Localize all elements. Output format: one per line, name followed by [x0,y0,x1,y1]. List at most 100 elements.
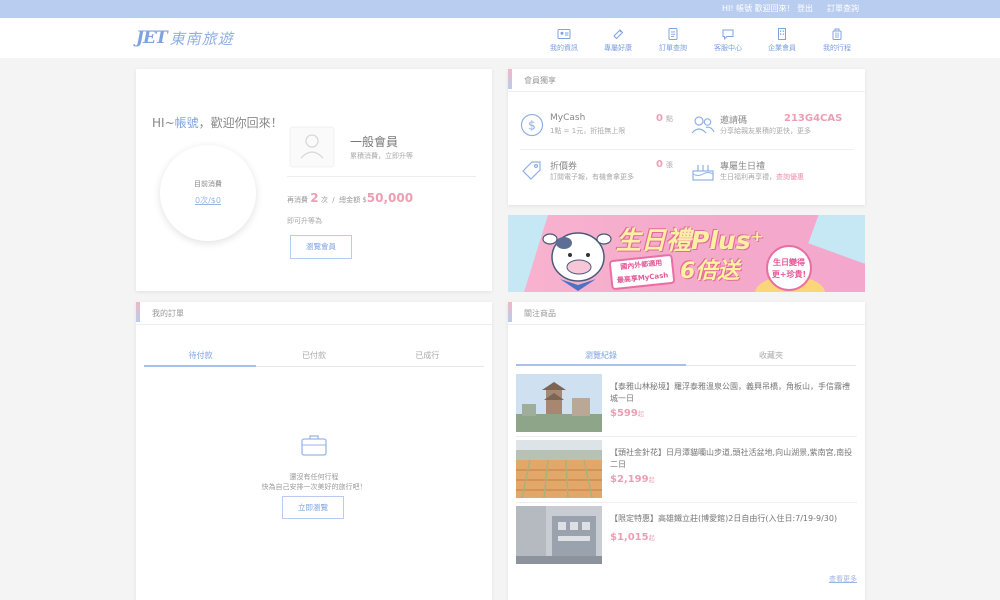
browse-member-button[interactable]: 瀏覽會員 [290,235,352,259]
tab-pending-payment[interactable]: 待付款 [144,348,257,364]
stat-amount: 50,000 [366,191,414,205]
product-item[interactable]: 【泰雅山林秘境】羅浮泰雅溫泉公園，義興吊橋，角板山，手信霧禮城一日 $599起 [516,374,856,432]
mycash-benefit[interactable]: $ MyCash 1點 = 1元，折抵無上限 0點 [520,113,680,141]
briefcase-icon [301,435,327,456]
birthday-offer-link[interactable]: 查詢優惠 [776,173,804,181]
spending-label: 目前消費 [194,180,222,188]
nav-exclusive-deals[interactable]: 專屬好康 [596,27,640,53]
stat-prefix: 再消費 [287,196,308,204]
banner-multiplier: 6倍送 [680,259,740,284]
upgrade-hint: 即可升等為 [287,217,322,225]
building-icon [778,28,786,40]
nav-my-trips[interactable]: 我的行程 [815,27,859,53]
product-price: $1,015起 [610,532,655,543]
site-header: JET 東南旅遊 我的資訊 專屬好康 訂單查詢 客服中心 企業會員 我的行程 [0,18,1000,58]
mycash-title: MyCash [550,113,586,123]
nav-label: 企業會員 [768,44,796,52]
nav-enterprise-member[interactable]: 企業會員 [760,27,804,53]
product-item[interactable]: 【頭社金針花】日月潭貓囒山步道,頭社活盆地,向山湖景,紫南宮,南投二日 $2,1… [516,440,856,498]
invite-code-benefit[interactable]: 邀請碼 分享給親友累積的更快，更多 213G4CAS [690,113,860,141]
order-query-link[interactable]: 訂單查詢 [827,3,859,14]
birthday-title: 專屬生日禮 [720,162,766,172]
banner-note: 國內外都適用 最高享MyCash [608,253,676,291]
invite-code: 213G4CAS [784,113,843,124]
users-icon [691,116,715,134]
view-more-link[interactable]: 查看更多 [829,574,857,584]
coupon-count: 0 [656,159,663,170]
invite-subtitle: 分享給親友累積的更快，更多 [720,127,811,135]
birthday-sub-text: 生日福利再享禮， [720,173,776,181]
chat-icon [722,29,734,40]
birthday-promo-banner[interactable]: 生日禮Plus⁺ 國內外都適用 最高享MyCash 6倍送 生日變得 更+珍貴! [508,215,865,292]
section-accent-bar [508,69,512,89]
luggage-icon [832,28,842,40]
tab-paid[interactable]: 已付款 [257,348,370,364]
browse-now-button[interactable]: 立即瀏覽 [282,496,344,519]
banner-badge: 生日變得 更+珍貴! [766,245,812,291]
greeting-hi: HI~ [152,116,175,130]
product-divider [516,436,857,437]
product-price: $599起 [610,408,644,419]
member-benefits-card: 會員獨享 $ MyCash 1點 = 1元，折抵無上限 0點 邀請碼 分享給親友… [508,69,865,205]
coupon-title: 折價券 [550,162,578,172]
price-value: $599 [610,408,638,419]
product-title[interactable]: 【頭社金針花】日月潭貓囒山步道,頭社活盆地,向山湖景,紫南宮,南投二日 [610,447,856,471]
stat-amount-label: 總金額 [339,196,361,204]
nav-my-info[interactable]: 我的資訊 [542,27,586,53]
price-value: $2,199 [610,474,649,485]
product-price: $2,199起 [610,474,655,485]
product-title[interactable]: 【泰雅山林秘境】羅浮泰雅溫泉公園，義興吊橋，角板山，手信霧禮城一日 [610,381,856,405]
my-orders-card: 我的訂單 待付款 已付款 已成行 還沒有任何行程 快為自己安排一次美好的旅行吧！… [136,302,492,600]
product-title[interactable]: 【限定特惠】高雄鐵立莊(博愛館)2日自由行(入住日:7/19-9/30) [610,513,856,525]
member-avatar-icon [289,126,335,168]
upgrade-stat: 再消費 2 次 / 總金額 $50,000 [287,191,413,205]
watch-tabs: 瀏覽紀錄 收藏夾 [516,348,856,364]
logout-link[interactable]: 登出 [797,3,813,14]
nav-label: 專屬好康 [604,44,632,52]
brand-logo[interactable]: JET 東南旅遊 [136,27,234,49]
welcome-card: HI~帳號，歡迎你回來！ 目前消費 0次/$0 一般會員 累積消費，立即升等 再… [136,69,492,291]
logo-en: JET [136,28,168,48]
nav-label: 客服中心 [714,44,742,52]
birthday-benefit[interactable]: 專屬生日禮 生日福利再享禮，查詢優惠 [690,159,860,187]
greeting-username: 帳號 [174,116,199,130]
section-divider [508,91,865,92]
product-image-temple [516,374,602,432]
profile-card-icon [557,29,571,39]
dollar-coin-icon: $ [520,113,544,137]
top-utility-bar: HI! 帳號 歡迎回來！ 登出 訂單查詢 [0,0,1000,18]
ticket-icon [613,29,624,40]
price-value: $1,015 [610,532,649,543]
spending-circle: 目前消費 0次/$0 [160,145,256,241]
stat-separator: / [332,196,335,204]
benefits-title: 會員獨享 [524,76,556,85]
price-unit: 起 [648,477,655,484]
product-item[interactable]: 【限定特惠】高雄鐵立莊(博愛館)2日自由行(入住日:7/19-9/30) $1,… [516,506,856,564]
tab-completed[interactable]: 已成行 [371,348,484,364]
nav-label: 我的行程 [823,44,851,52]
coupon-benefit[interactable]: 折價券 訂閱電子報，有機會拿更多 0張 [520,159,680,187]
section-accent-bar [508,302,512,322]
order-tabs: 待付款 已付款 已成行 [144,348,484,364]
coupon-subtitle: 訂閱電子報，有機會拿更多 [550,173,634,181]
mycash-subtitle: 1點 = 1元，折抵無上限 [550,127,626,135]
empty-orders-message: 還沒有任何行程 [289,473,339,481]
price-unit: 起 [637,411,644,418]
coupon-unit: 張 [665,161,673,169]
orders-title: 我的訂單 [152,309,184,318]
watch-title: 關注商品 [524,309,556,318]
spending-value-link[interactable]: 0次/$0 [160,195,256,206]
cow-mascot-icon [542,232,612,291]
product-divider [516,502,857,503]
document-icon [668,28,678,40]
welcome-divider [287,176,476,177]
tab-favorites[interactable]: 收藏夾 [686,348,856,364]
active-tab-indicator [144,365,256,367]
nav-order-query[interactable]: 訂單查詢 [651,27,695,53]
product-image-hotel [516,506,602,564]
tab-browse-history[interactable]: 瀏覽紀錄 [516,348,686,364]
benefits-divider [520,149,853,150]
invite-title: 邀請碼 [720,116,748,126]
nav-customer-service[interactable]: 客服中心 [706,27,750,53]
empty-orders-submessage: 快為自己安排一次美好的旅行吧！ [261,483,367,491]
